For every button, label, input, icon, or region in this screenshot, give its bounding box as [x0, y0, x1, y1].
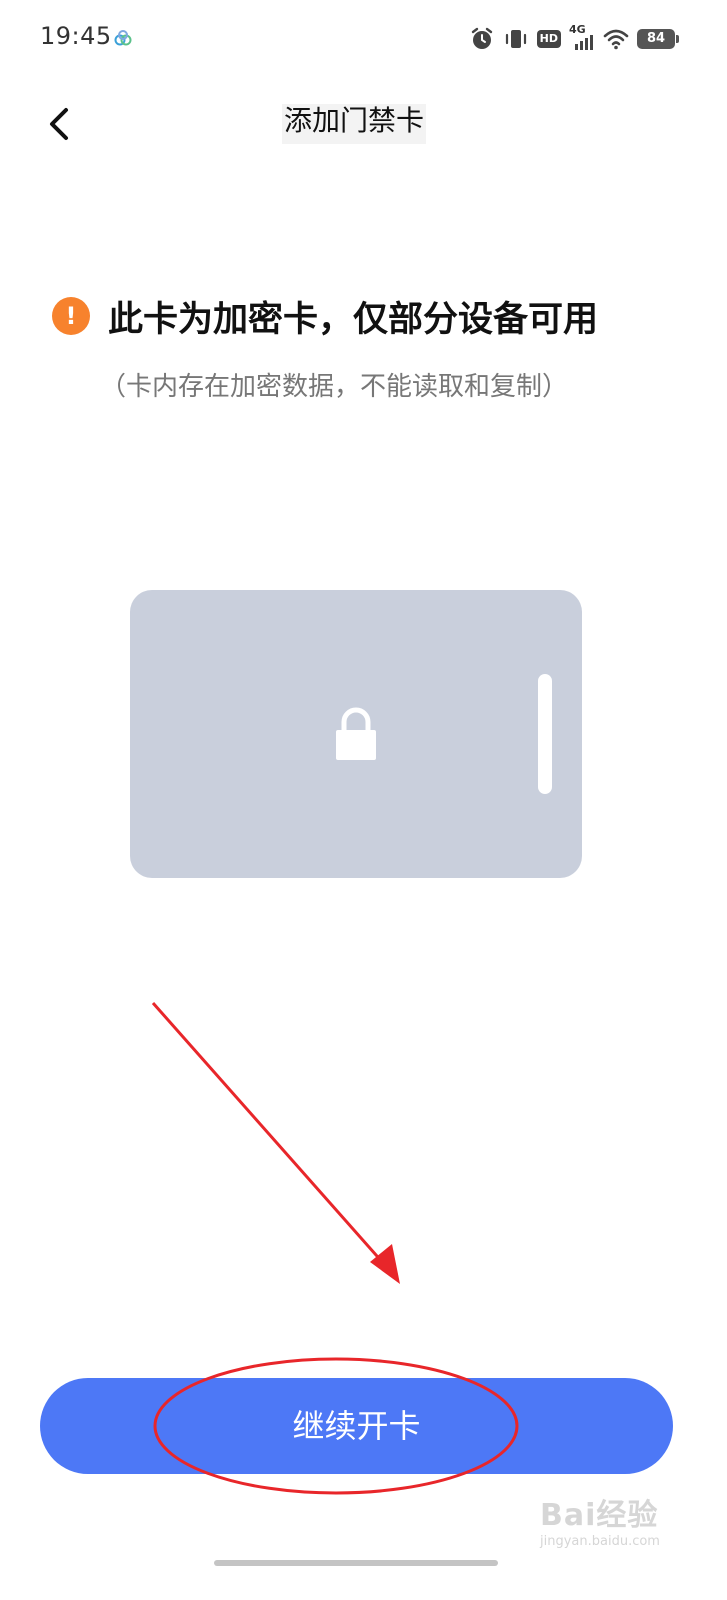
encrypted-card-illustration — [130, 590, 582, 878]
warning-banner: ! 此卡为加密卡，仅部分设备可用 — [52, 292, 598, 340]
warning-subtitle: （卡内存在加密数据，不能读取和复制） — [100, 372, 569, 402]
status-bar: 19:45 HD 4G 84 — [0, 0, 727, 78]
page-title: 添加门禁卡 — [282, 104, 427, 144]
chevron-left-icon — [50, 108, 68, 140]
battery-icon: 84 — [637, 29, 679, 49]
status-icons: HD 4G 84 — [469, 23, 679, 54]
exclamation-circle-icon: ! — [52, 297, 90, 335]
lock-icon — [336, 707, 376, 760]
card-stripe — [538, 674, 552, 794]
watermark-site: jingyan.baidu.com — [540, 1534, 660, 1549]
back-button[interactable] — [40, 104, 80, 144]
continue-open-card-button[interactable]: 继续开卡 — [40, 1378, 673, 1474]
network-type: 4G — [569, 23, 586, 36]
cellular-signal-icon: 4G — [569, 23, 595, 52]
home-indicator[interactable] — [214, 1560, 498, 1566]
warning-title: 此卡为加密卡，仅部分设备可用 — [108, 299, 599, 340]
hd-voice-icon: HD — [536, 30, 561, 48]
vibrate-icon — [505, 30, 526, 48]
alarm-icon — [471, 27, 492, 49]
wifi-icon — [603, 29, 629, 50]
status-time: 19:45 — [40, 22, 112, 50]
app-notification-icon — [114, 30, 132, 46]
watermark: Bai经验 jingyan.baidu.com — [540, 1490, 690, 1550]
watermark-logo: Bai经验 — [540, 1498, 659, 1533]
